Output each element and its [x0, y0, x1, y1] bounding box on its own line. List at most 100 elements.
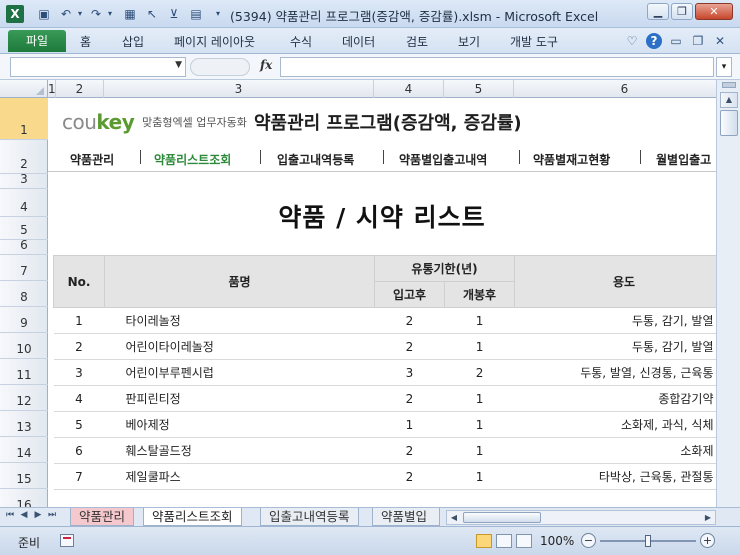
nav-medicine-inout-history[interactable]: 약품별입출고내역	[399, 151, 487, 168]
sheet-tab-inout-register[interactable]: 입출고내역등록	[260, 508, 359, 526]
row-header[interactable]: 4	[0, 189, 48, 217]
cell-no[interactable]: 2	[53, 333, 105, 360]
cell-use[interactable]: 두통, 발열, 신경통, 근육통	[514, 359, 716, 386]
row-header[interactable]: 7	[0, 255, 48, 281]
nav-inout-register[interactable]: 입출고내역등록	[277, 151, 354, 168]
row-header[interactable]: 6	[0, 238, 48, 255]
next-sheet-icon[interactable]: ▶	[32, 510, 44, 520]
cell-use[interactable]: 두통, 감기, 발열	[514, 307, 716, 334]
tab-page-layout[interactable]: 페이지 레이아웃	[174, 33, 255, 50]
redo-dropdown-icon[interactable]: ▾	[102, 6, 118, 22]
column-header[interactable]: 1	[48, 80, 56, 98]
minimize-button[interactable]: ▁	[647, 3, 669, 20]
vertical-scrollbar[interactable]: ▲	[716, 80, 740, 507]
cell-after-receipt[interactable]: 2	[374, 437, 445, 464]
column-header[interactable]: 4	[374, 80, 444, 98]
formula-expand-icon[interactable]: ▾	[716, 57, 732, 77]
cell-no[interactable]: 7	[53, 463, 105, 490]
cell-name[interactable]: 어린이타이레놀정	[104, 333, 375, 360]
cell-after-open[interactable]: 1	[444, 437, 515, 464]
close-button[interactable]: ✕	[695, 3, 733, 20]
formula-input[interactable]	[280, 57, 714, 77]
column-header[interactable]: 5	[444, 80, 514, 98]
split-handle[interactable]	[722, 82, 736, 88]
cell-after-receipt[interactable]: 2	[374, 307, 445, 334]
row-header[interactable]: 13	[0, 411, 48, 437]
sheet-tab-medicine-management[interactable]: 약품관리	[70, 508, 135, 526]
sheet-tab-medicine-inout[interactable]: 약품별입	[372, 508, 440, 526]
cell-after-open[interactable]: 1	[444, 411, 515, 438]
page-layout-view-icon[interactable]	[496, 534, 512, 548]
cell-use[interactable]: 소화제	[514, 437, 716, 464]
row-header[interactable]: 10	[0, 333, 48, 359]
nav-medicine-list[interactable]: 약품리스트조회	[154, 151, 231, 168]
tab-developer[interactable]: 개발 도구	[510, 33, 558, 50]
scroll-right-icon[interactable]: ▶	[701, 511, 715, 524]
row-header[interactable]: 16	[0, 489, 48, 507]
cell-no[interactable]: 6	[53, 437, 105, 464]
row-header[interactable]: 9	[0, 307, 48, 333]
sheet-tab-medicine-list[interactable]: 약품리스트조회	[143, 508, 242, 526]
row-header[interactable]: 8	[0, 281, 48, 307]
formula-buttons[interactable]	[190, 58, 250, 76]
tab-formulas[interactable]: 수식	[290, 33, 312, 50]
filter-icon[interactable]: ⊻	[166, 6, 182, 22]
nav-medicine-management[interactable]: 약품관리	[70, 151, 114, 168]
vertical-scroll-thumb[interactable]	[720, 110, 738, 136]
horizontal-scrollbar[interactable]: ◀ ▶	[446, 510, 716, 525]
row-header[interactable]: 2	[0, 140, 48, 174]
cell-after-open[interactable]: 1	[444, 333, 515, 360]
zoom-in-icon[interactable]: +	[700, 533, 715, 548]
column-header[interactable]: 2	[56, 80, 104, 98]
cell-use[interactable]: 종합감기약	[514, 385, 716, 412]
form-icon[interactable]: ▤	[188, 6, 204, 22]
save-icon[interactable]: ▣	[36, 6, 52, 22]
workbook-close-icon[interactable]: ✕	[712, 33, 728, 49]
cell-use[interactable]: 소화제, 과식, 식체	[514, 411, 716, 438]
cell-after-open[interactable]: 1	[444, 385, 515, 412]
tab-data[interactable]: 데이터	[342, 33, 375, 50]
name-box-dropdown-icon[interactable]: ▼	[175, 60, 182, 70]
tab-home[interactable]: 홈	[80, 33, 91, 50]
pointer-icon[interactable]: ↖	[144, 6, 160, 22]
quick-access-dropdown-icon[interactable]: ▾	[210, 6, 226, 22]
tab-review[interactable]: 검토	[406, 33, 428, 50]
workbook-minimize-icon[interactable]: ▭	[668, 33, 684, 49]
cell-after-receipt[interactable]: 3	[374, 359, 445, 386]
cell-after-receipt[interactable]: 1	[374, 411, 445, 438]
help-icon[interactable]: ?	[646, 33, 662, 49]
restore-button[interactable]: ❐	[671, 3, 693, 20]
cell-after-receipt[interactable]: 2	[374, 385, 445, 412]
workbook-restore-icon[interactable]: ❐	[690, 33, 706, 49]
row-header[interactable]: 5	[0, 217, 48, 240]
cell-no[interactable]: 5	[53, 411, 105, 438]
zoom-slider[interactable]	[600, 535, 696, 547]
row-header[interactable]: 11	[0, 359, 48, 385]
ribbon-collapse-icon[interactable]: ♡	[624, 33, 640, 49]
zoom-slider-thumb[interactable]	[645, 535, 651, 547]
cell-use[interactable]: 타박상, 근육통, 관절통	[514, 463, 716, 490]
scroll-left-icon[interactable]: ◀	[447, 511, 461, 524]
cell-use[interactable]: 두통, 감기, 발열	[514, 333, 716, 360]
row-header[interactable]: 3	[0, 172, 48, 189]
scroll-up-icon[interactable]: ▲	[720, 92, 738, 108]
page-break-view-icon[interactable]	[516, 534, 532, 548]
row-header[interactable]: 14	[0, 437, 48, 463]
cell-name[interactable]: 제일쿨파스	[104, 463, 375, 490]
prev-sheet-icon[interactable]: ◀	[18, 510, 30, 520]
cell-no[interactable]: 1	[53, 307, 105, 334]
cell-after-open[interactable]: 1	[444, 307, 515, 334]
cell-name[interactable]: 어린이부루펜시럽	[104, 359, 375, 386]
last-sheet-icon[interactable]: ⏭	[46, 510, 58, 520]
insert-function-icon[interactable]: fx	[260, 58, 272, 72]
undo-dropdown-icon[interactable]: ▾	[72, 6, 88, 22]
cell-no[interactable]: 4	[53, 385, 105, 412]
excel-logo-icon[interactable]: X	[6, 5, 24, 23]
column-header[interactable]: 3	[104, 80, 374, 98]
cell-name[interactable]: 판피린티정	[104, 385, 375, 412]
cell-after-open[interactable]: 1	[444, 463, 515, 490]
row-header[interactable]: 1	[0, 98, 48, 140]
nav-monthly-inout[interactable]: 월별입출고	[656, 151, 711, 168]
cell-name[interactable]: 훼스탈골드정	[104, 437, 375, 464]
cell-no[interactable]: 3	[53, 359, 105, 386]
